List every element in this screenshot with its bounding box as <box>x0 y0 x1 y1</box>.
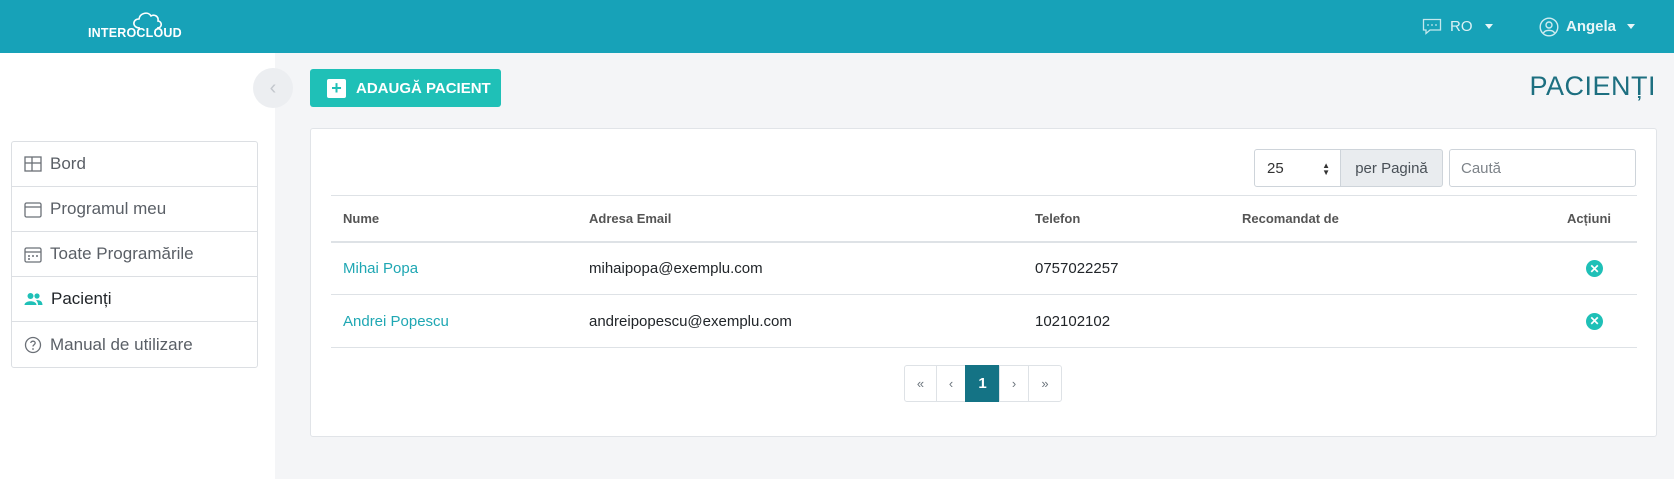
sidebar-item-label: Manual de utilizare <box>50 334 193 354</box>
delete-icon[interactable]: ✕ <box>1586 260 1603 277</box>
table-row: Andrei Popescu andreipopescu@exemplu.com… <box>331 294 1637 348</box>
table-header-row: Nume Adresa Email Telefon Recomandat de … <box>331 195 1637 243</box>
add-patient-button[interactable]: + ADAUGĂ PACIENT <box>310 69 501 107</box>
patient-email: mihaipopa@exemplu.com <box>577 241 1023 295</box>
sidebar-item-toate-programarile[interactable]: Toate Programările <box>12 232 257 277</box>
column-header-email[interactable]: Adresa Email <box>577 195 1023 243</box>
pagination: « ‹ 1 › » <box>904 365 1062 402</box>
patient-email: andreipopescu@exemplu.com <box>577 294 1023 348</box>
chevron-down-icon <box>1627 24 1636 29</box>
patient-referred-by <box>1230 294 1463 348</box>
patient-referred-by <box>1230 241 1463 295</box>
brand-logo[interactable]: INTEROCLOUD <box>88 10 200 44</box>
plus-icon: + <box>327 78 346 98</box>
language-code: RO <box>1450 18 1473 35</box>
users-icon <box>24 293 43 305</box>
sidebar-item-bord[interactable]: Bord <box>12 142 257 187</box>
patient-phone: 0757022257 <box>1023 241 1230 295</box>
sidebar-collapse-button[interactable]: ‹ <box>253 68 293 108</box>
layout-icon <box>24 156 42 172</box>
per-page-select[interactable]: 25 ▲ ▼ <box>1254 149 1341 187</box>
column-header-phone[interactable]: Telefon <box>1023 195 1230 243</box>
column-header-name[interactable]: Nume <box>331 195 577 243</box>
column-header-referred-by[interactable]: Recomandat de <box>1230 195 1463 243</box>
help-circle-icon <box>24 336 42 353</box>
language-selector[interactable]: RO <box>1422 0 1493 53</box>
search-input[interactable] <box>1449 149 1636 187</box>
sidebar-menu: Bord Programul meu Toate Programările Pa… <box>11 141 258 368</box>
column-header-actions: Acțiuni <box>1462 195 1637 243</box>
sidebar-item-label: Pacienți <box>51 289 112 308</box>
chevron-down-icon <box>1484 24 1493 29</box>
chevron-left-icon: ‹ <box>269 76 277 99</box>
patient-phone: 102102102 <box>1023 294 1230 348</box>
user-circle-icon <box>1539 16 1559 37</box>
calendar-icon <box>24 201 42 218</box>
pagination-next-button[interactable]: › <box>999 365 1029 402</box>
add-patient-label: ADAUGĂ PACIENT <box>356 79 491 97</box>
chat-icon <box>1422 18 1442 35</box>
patient-name-link[interactable]: Mihai Popa <box>331 241 577 295</box>
top-navbar: INTEROCLOUD RO Angela <box>0 0 1674 53</box>
pagination-first-button[interactable]: « <box>904 365 937 402</box>
logo-text: INTEROCLOUD <box>88 26 182 40</box>
patient-name-link[interactable]: Andrei Popescu <box>331 294 577 348</box>
sidebar-item-label: Bord <box>50 154 86 173</box>
sidebar-item-manual[interactable]: Manual de utilizare <box>12 322 257 367</box>
per-page-value: 25 <box>1267 159 1284 177</box>
calendar-events-icon <box>24 246 42 263</box>
delete-icon[interactable]: ✕ <box>1586 312 1603 330</box>
per-page-control: 25 ▲ ▼ per Pagină <box>1254 149 1443 187</box>
pagination-last-button[interactable]: » <box>1028 365 1062 402</box>
sidebar-item-label: Toate Programările <box>50 244 194 263</box>
row-actions: ✕ <box>1462 294 1637 348</box>
user-menu[interactable]: Angela <box>1539 0 1636 53</box>
per-page-label: per Pagină <box>1341 149 1443 187</box>
user-name: Angela <box>1566 18 1617 35</box>
patients-card: 25 ▲▼ per Pagină Nume Adresa Email Telef… <box>310 128 1657 437</box>
row-actions: ✕ <box>1462 241 1637 295</box>
patients-table: Nume Adresa Email Telefon Recomandat de … <box>331 195 1637 348</box>
pagination-page-current[interactable]: 1 <box>965 365 1000 402</box>
table-row: Mihai Popa mihaipopa@exemplu.com 0757022… <box>331 241 1637 295</box>
sidebar-item-pacienti[interactable]: Pacienți <box>12 277 257 322</box>
sidebar: Bord Programul meu Toate Programările Pa… <box>0 53 275 479</box>
sidebar-item-label: Programul meu <box>50 199 167 218</box>
sidebar-item-programul-meu[interactable]: Programul meu <box>12 187 257 232</box>
pagination-prev-button[interactable]: ‹ <box>936 365 966 402</box>
select-arrows-icon: ▲ ▼ <box>1322 161 1330 177</box>
page-title: PACIENȚI <box>1529 71 1656 101</box>
